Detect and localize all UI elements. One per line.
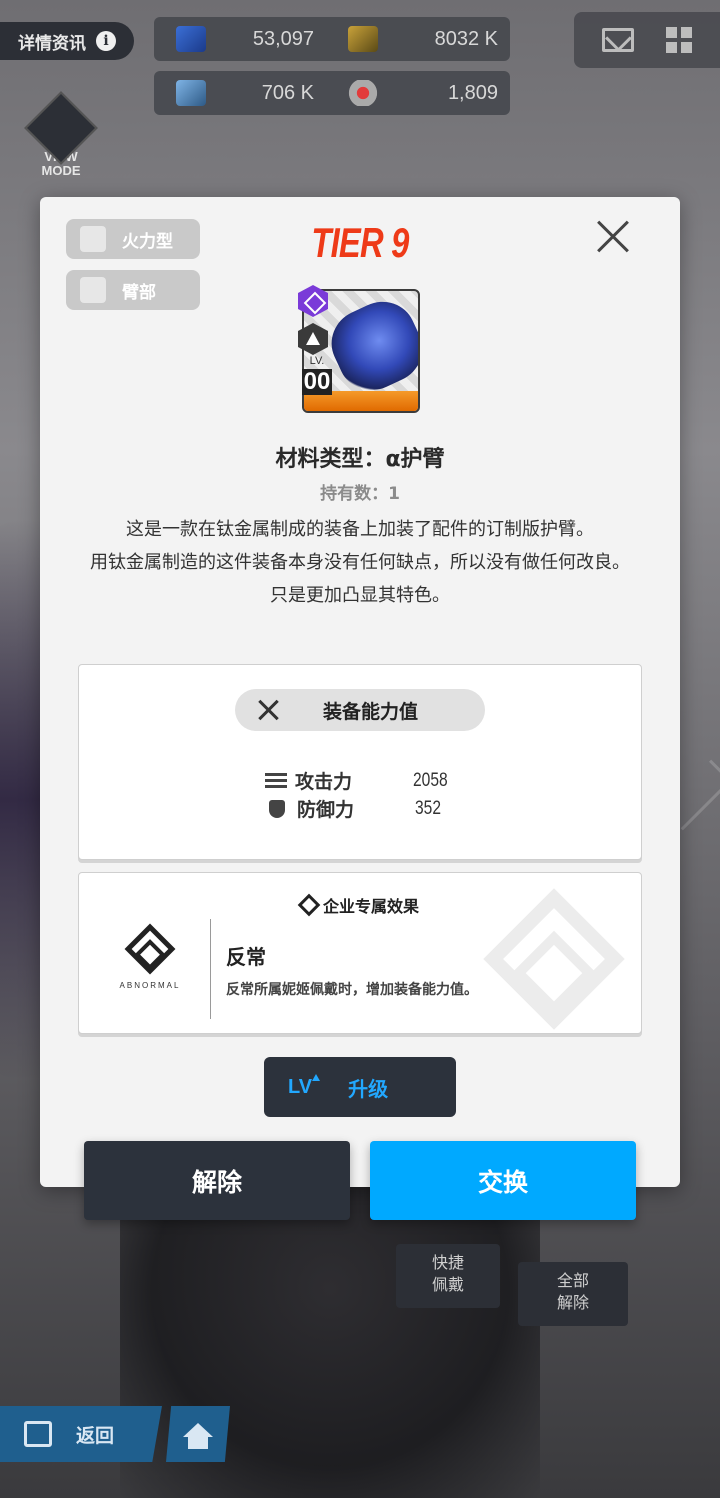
defense-icon: [269, 799, 285, 818]
divider: [210, 919, 211, 1019]
resource-value: 706 K: [261, 81, 314, 104]
corporation-name: 反常: [226, 945, 266, 969]
resource-core-dust[interactable]: 1,809: [326, 71, 510, 115]
crossed-swords-icon: [257, 699, 279, 721]
equipment-detail-modal: 火力型 臂部 TIER 9 LV. 00 材料类型：α护臂 持有数：1 这是一款…: [40, 197, 680, 1187]
resource-battle-data[interactable]: 706 K: [154, 71, 326, 115]
stat-value: 352: [415, 797, 441, 819]
top-right-menu: [574, 12, 720, 68]
abnormal-small-icon: [297, 893, 321, 917]
info-icon[interactable]: i: [96, 31, 116, 51]
level-label: LV.: [309, 355, 325, 367]
corporation-effect-header: 企业专属效果: [79, 893, 641, 917]
abnormal-logo: ABNORMAL: [119, 923, 181, 990]
upgrade-button[interactable]: LV 升级: [264, 1057, 456, 1117]
credit-icon: [348, 26, 378, 52]
home-button[interactable]: [166, 1406, 230, 1462]
arm-icon: [80, 277, 106, 303]
item-name: 材料类型：α护臂: [275, 447, 445, 472]
description-line: 只是更加凸显其特色。: [270, 585, 450, 606]
menu-grid-icon[interactable]: [666, 27, 692, 53]
abnormal-logo-text: ABNORMAL: [119, 981, 181, 990]
resource-bar-top: 53,097 8032 K: [154, 17, 510, 61]
resource-value: 53,097: [252, 27, 314, 50]
upgrade-label: 升级: [348, 1076, 389, 1101]
corporation-effect-description: 反常所属妮姬佩戴时，增加装备能力值。: [226, 982, 478, 998]
stat-label: 防御力: [297, 799, 355, 821]
attack-icon: [265, 772, 287, 789]
remove-all-button[interactable]: 全部 解除: [518, 1262, 628, 1326]
resource-value: 1,809: [447, 81, 498, 104]
stats-panel: 装备能力值 攻击力 2058 防御力 352: [78, 664, 642, 860]
resource-value: 8032 K: [434, 27, 498, 50]
core-dust-icon: [348, 80, 378, 106]
owned-count: 持有数：1: [320, 484, 400, 504]
back-label: 返回: [76, 1424, 115, 1447]
tier-title: TIER 9: [311, 219, 409, 266]
item-description: 这是一款在钛金属制成的装备上加装了配件的订制版护臂。 用钛金属制造的这件装备本身…: [70, 513, 650, 612]
corporation-effect-panel: 企业专属效果 ABNORMAL 反常 反常所属妮姬佩戴时，增加装备能力值。: [78, 872, 642, 1034]
mail-icon[interactable]: [602, 28, 634, 52]
firepower-icon: [80, 226, 106, 252]
crystal-icon: [176, 26, 206, 52]
description-line: 这是一款在钛金属制成的装备上加装了配件的订制版护臂。: [126, 519, 594, 540]
detail-info-tab[interactable]: 详情资讯 i: [0, 22, 134, 60]
item-level: LV. 00: [302, 355, 332, 395]
resource-crystal[interactable]: 53,097: [154, 17, 326, 61]
description-line: 用钛金属制造的这件装备本身没有任何缺点，所以没有做任何改良。: [90, 552, 630, 573]
battle-data-icon: [176, 80, 206, 106]
level-value: 00: [302, 368, 332, 395]
home-icon: [183, 1423, 213, 1449]
back-icon: [24, 1421, 52, 1447]
stat-value: 2058: [413, 769, 448, 791]
slot-tag-label: 臂部: [122, 282, 156, 303]
slot-tag: 臂部: [66, 270, 200, 310]
swap-button[interactable]: 交换: [370, 1141, 636, 1220]
quick-equip-button[interactable]: 快捷 佩戴: [396, 1244, 500, 1308]
stats-header-label: 装备能力值: [323, 700, 419, 723]
stats-header: 装备能力值: [235, 689, 485, 731]
view-mode-button[interactable]: VIEW MODE: [24, 91, 98, 186]
stat-label: 攻击力: [295, 771, 353, 793]
resource-bar-bottom: 706 K 1,809: [154, 71, 510, 115]
resource-credit[interactable]: 8032 K: [326, 17, 510, 61]
detail-info-label: 详情资讯: [18, 33, 86, 54]
arm-guard-image: [320, 291, 418, 402]
level-up-icon: LV: [288, 1073, 321, 1098]
abnormal-logo-icon: [124, 923, 176, 975]
unequip-button[interactable]: 解除: [84, 1141, 350, 1220]
back-button[interactable]: 返回: [0, 1406, 162, 1462]
stat-row-attack: 攻击力 2058: [265, 767, 455, 794]
stat-row-defense: 防御力 352: [265, 795, 447, 822]
close-icon[interactable]: [596, 219, 630, 253]
corporation-effect-title: 企业专属效果: [322, 897, 419, 916]
